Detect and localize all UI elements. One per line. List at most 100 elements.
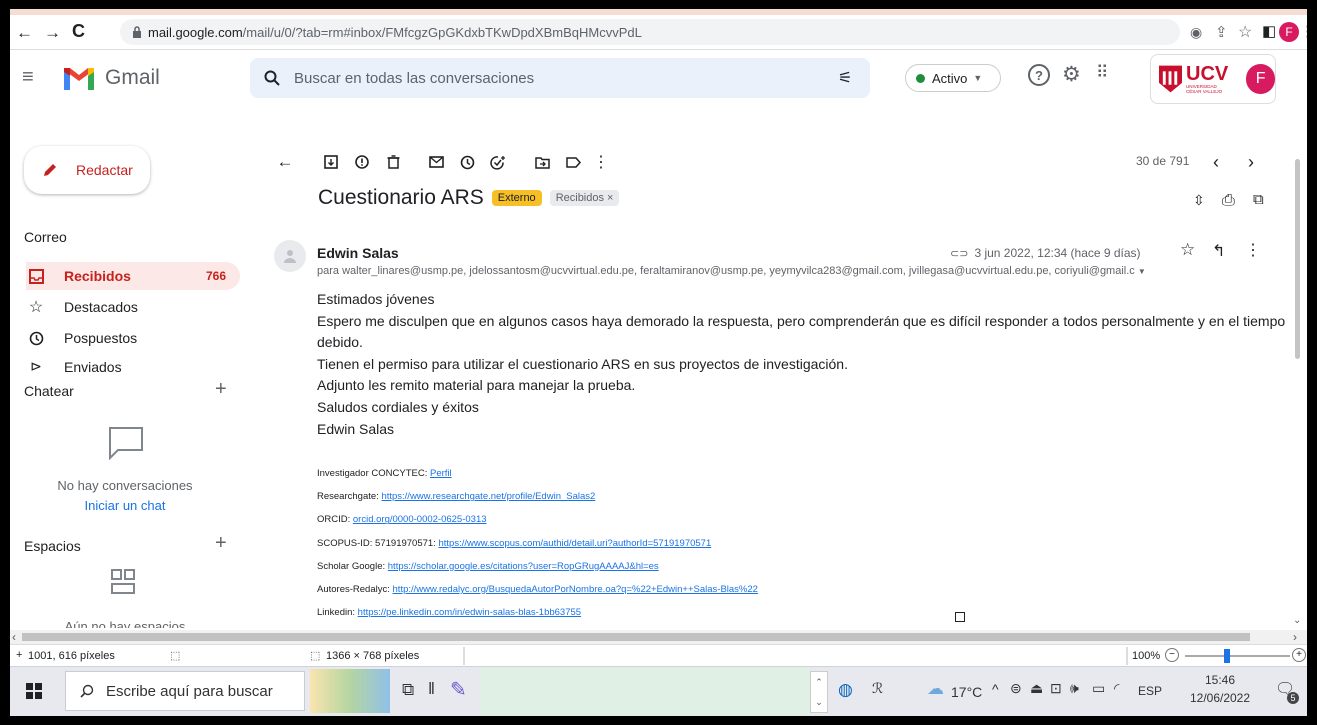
next-icon[interactable]: ›: [1241, 152, 1261, 172]
sidebar-item-inbox[interactable]: Recibidos 766: [26, 262, 240, 290]
apps-grid-icon[interactable]: ⠿: [1096, 63, 1108, 83]
signature-link[interactable]: Perfil: [430, 468, 452, 479]
signature-link[interactable]: orcid.org/0000-0002-0625-0313: [353, 514, 487, 525]
zoom-slider[interactable]: [1185, 655, 1290, 657]
temperature[interactable]: 17°C: [951, 684, 982, 700]
star-email-icon[interactable]: ☆: [1180, 240, 1195, 260]
paint-app-icon[interactable]: ✎: [450, 677, 467, 702]
delete-icon[interactable]: [383, 152, 403, 172]
sidebar-item-snoozed[interactable]: Pospuestos: [26, 324, 232, 352]
expand-collapse-icon[interactable]: ⇳: [1193, 192, 1205, 209]
reload-icon[interactable]: C: [72, 21, 85, 42]
input-language[interactable]: ESP: [1138, 684, 1162, 698]
attachment-label-icon: ⊂⊃: [950, 247, 969, 260]
signature-line: Linkedin: https://pe.linkedin.com/in/edw…: [317, 607, 582, 619]
reply-icon[interactable]: ↰: [1212, 241, 1225, 261]
windows-start-icon[interactable]: [26, 683, 42, 699]
search-icon[interactable]: [250, 70, 294, 86]
sender-avatar[interactable]: [274, 240, 306, 272]
visibility-icon[interactable]: ◉: [1190, 24, 1202, 41]
signature-link[interactable]: http://www.redalyc.org/BusquedaAutorPorN…: [393, 584, 758, 595]
signature-link[interactable]: https://pe.linkedin.com/in/edwin-salas-b…: [358, 607, 581, 618]
search-bar[interactable]: Buscar en todas las conversaciones ⚟: [250, 58, 870, 98]
signature-line: ORCID: orcid.org/0000-0002-0625-0313: [317, 514, 487, 526]
taskbar-search-input[interactable]: Escribe aquí para buscar: [106, 683, 273, 700]
settings-gear-icon[interactable]: ⚙: [1062, 62, 1081, 87]
start-chat-link[interactable]: Iniciar un chat: [10, 498, 240, 513]
person-icon: [284, 250, 296, 263]
search-options-icon[interactable]: ⚟: [838, 68, 852, 88]
signature-link[interactable]: https://www.researchgate.net/profile/Edw…: [381, 491, 595, 502]
back-icon[interactable]: ←: [16, 23, 33, 43]
volume-icon[interactable]: 🕪: [1070, 680, 1079, 697]
address-bar[interactable]: mail.google.com/mail/u/0/?tab=rm#inbox/F…: [120, 19, 1180, 45]
show-details-icon[interactable]: ▼: [1138, 267, 1146, 276]
scroll-down-icon[interactable]: ⌄: [1293, 615, 1301, 626]
organization-logo[interactable]: UCV UNIVERSIDAD CÉSAR VALLEJO F: [1150, 54, 1276, 104]
open-new-window-icon[interactable]: ⧉: [1253, 191, 1264, 208]
inbox-label-chip[interactable]: Recibidos ×: [549, 190, 620, 206]
message-more-icon[interactable]: ⋮: [1245, 240, 1261, 260]
zoom-out-icon[interactable]: −: [1165, 648, 1179, 662]
profile-avatar[interactable]: F: [1279, 22, 1299, 42]
forward-icon[interactable]: →: [44, 23, 61, 43]
news-widget-icon[interactable]: [310, 669, 390, 713]
chevron-down-icon: ▼: [973, 73, 983, 83]
compose-button[interactable]: Redactar: [24, 146, 150, 194]
previous-icon[interactable]: ‹: [1206, 152, 1226, 172]
snooze-icon[interactable]: [457, 152, 477, 172]
wifi-icon[interactable]: ◜: [1114, 680, 1119, 697]
add-space-icon[interactable]: +: [215, 532, 227, 555]
weather-cloud-icon[interactable]: ☁: [927, 679, 944, 699]
taskbar-scroll-arrows-icon[interactable]: ⌃ ⌄: [810, 671, 828, 713]
horizontal-scrollbar[interactable]: ‹ ›: [10, 630, 1307, 644]
bookmark-star-icon[interactable]: ☆: [1238, 22, 1252, 42]
tray-overflow-icon[interactable]: ^: [992, 681, 999, 697]
people-icon[interactable]: ℛ: [872, 680, 883, 697]
archive-icon[interactable]: [321, 152, 341, 172]
signature-link[interactable]: https://scholar.google.es/citations?user…: [388, 561, 659, 572]
share-icon[interactable]: ⇪: [1215, 23, 1228, 41]
main-menu-icon[interactable]: ≡: [22, 66, 34, 89]
zoom-in-icon[interactable]: +: [1292, 648, 1306, 662]
status-selector[interactable]: Activo ▼: [905, 64, 1001, 92]
sidebar-item-starred[interactable]: ☆ Destacados: [26, 293, 232, 321]
vertical-scrollbar-thumb[interactable]: [1295, 159, 1300, 359]
report-spam-icon[interactable]: [352, 152, 372, 172]
tray-app-icon[interactable]: ◍: [838, 680, 853, 700]
back-to-inbox-icon[interactable]: ←: [275, 152, 295, 172]
tray-display-icon[interactable]: ⊡: [1050, 680, 1062, 697]
zoom-slider-thumb[interactable]: [1224, 649, 1230, 663]
scroll-right-icon[interactable]: ›: [1293, 630, 1297, 644]
tray-cloud-icon[interactable]: ⏏: [1030, 680, 1043, 697]
cursor-marker-icon: [955, 612, 965, 622]
taskbar-search[interactable]: Escribe aquí para buscar: [65, 671, 305, 711]
vertical-scrollbar[interactable]: [1293, 159, 1303, 629]
side-panel-icon[interactable]: ◧: [1262, 22, 1276, 40]
signature-link[interactable]: https://www.scopus.com/authid/detail.uri…: [438, 538, 711, 549]
mark-unread-icon[interactable]: [426, 152, 446, 172]
clock-time[interactable]: 15:46: [1190, 673, 1250, 687]
taskbar-pinned-app-icon[interactable]: ‖: [428, 679, 435, 699]
task-view-icon[interactable]: ⧉: [402, 680, 414, 700]
add-chat-icon[interactable]: +: [215, 378, 227, 401]
browser-menu-icon[interactable]: ⋮: [1300, 22, 1307, 40]
battery-icon[interactable]: ▭: [1092, 680, 1105, 697]
label-icon[interactable]: [563, 152, 583, 172]
ucv-logo-subtext: UNIVERSIDAD CÉSAR VALLEJO: [1186, 84, 1223, 94]
help-icon[interactable]: ?: [1028, 64, 1050, 86]
move-to-icon[interactable]: [532, 152, 552, 172]
search-input[interactable]: Buscar en todas las conversaciones: [294, 70, 534, 87]
scroll-left-icon[interactable]: ‹: [12, 630, 16, 644]
account-avatar[interactable]: F: [1246, 64, 1275, 94]
chat-bubble-icon: [109, 427, 143, 460]
sidebar-item-sent[interactable]: ⊳ Enviados: [26, 355, 232, 375]
add-to-tasks-icon[interactable]: [488, 152, 508, 172]
clock-date[interactable]: 12/06/2022: [1180, 691, 1260, 705]
recipients-line[interactable]: para walter_linares@usmp.pe, jdelossanto…: [317, 265, 1197, 277]
print-icon[interactable]: ⎙: [1222, 192, 1235, 210]
horizontal-scrollbar-thumb[interactable]: [22, 633, 1250, 641]
more-options-icon[interactable]: ⋮: [591, 152, 611, 172]
sender-name[interactable]: Edwin Salas: [317, 245, 399, 261]
tray-drive-icon[interactable]: ⊜: [1010, 680, 1022, 697]
